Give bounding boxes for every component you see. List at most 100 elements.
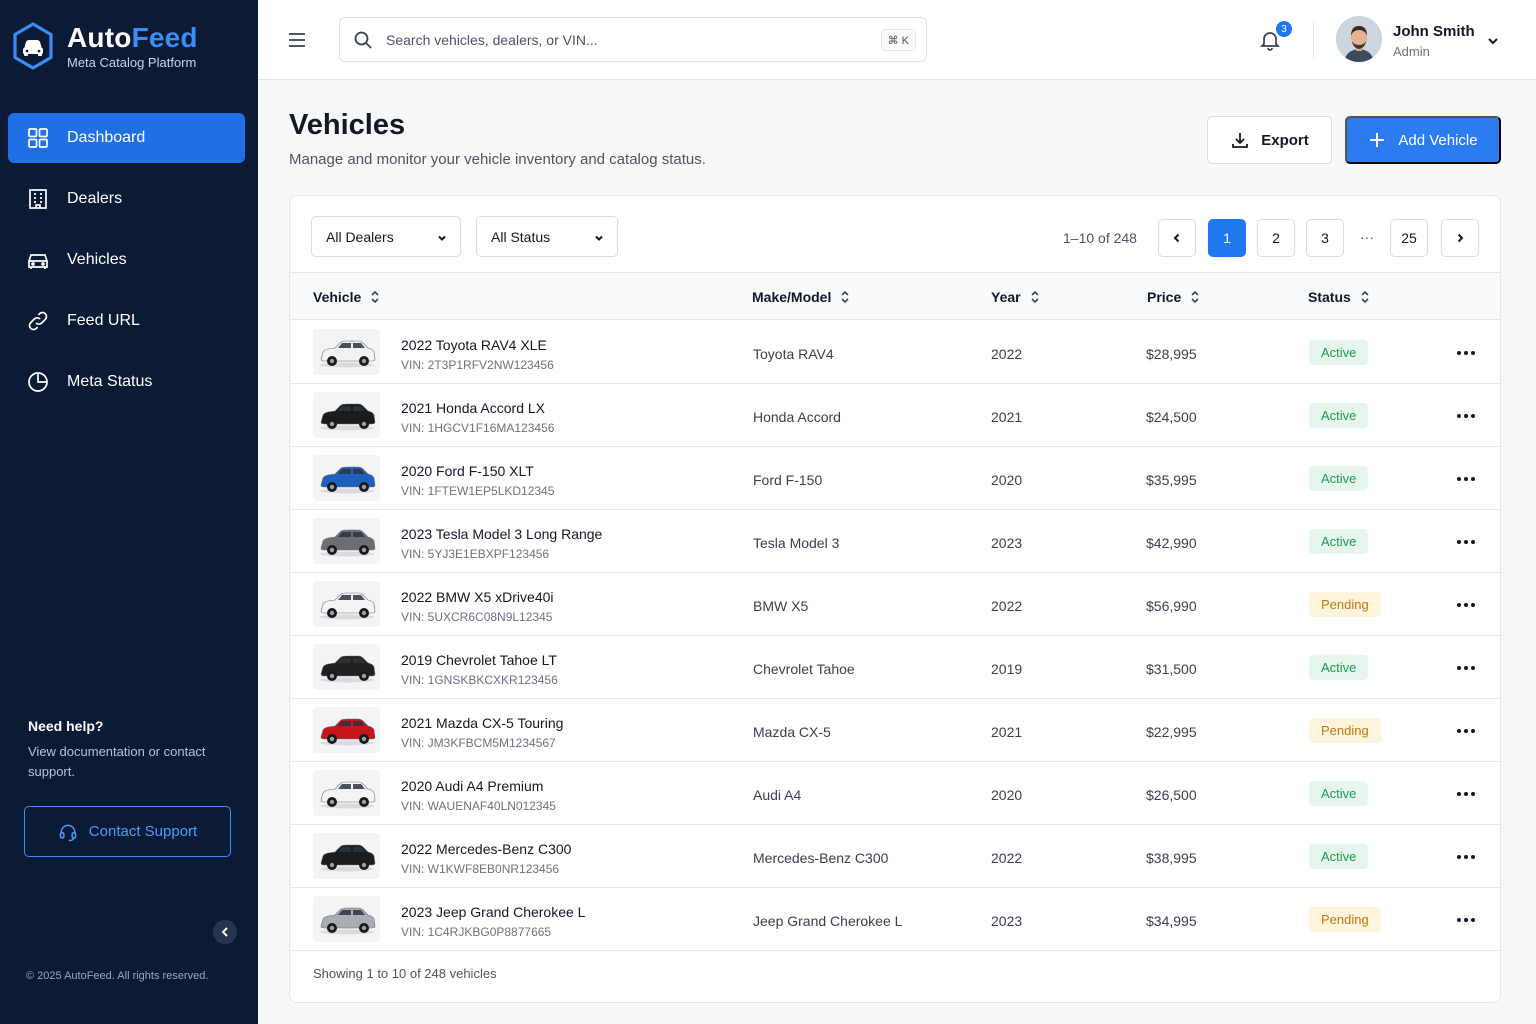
row-actions-button[interactable] [1454,341,1478,365]
sort-icon [1191,290,1199,304]
vehicle-thumbnail [313,896,380,942]
table-row[interactable]: 2022 Mercedes-Benz C300 VIN: W1KWF8EB0NR1… [290,825,1500,888]
page-button-25[interactable]: 25 [1390,219,1428,257]
vehicle-vin: VIN: 1HGCV1F16MA123456 [401,421,555,435]
collapse-sidebar-button[interactable] [213,920,237,944]
vehicle-name[interactable]: 2020 Audi A4 Premium [401,778,543,794]
vehicle-name[interactable]: 2022 BMW X5 xDrive40i [401,589,554,605]
row-actions-button[interactable] [1454,593,1478,617]
previous-page-button[interactable] [1158,219,1196,257]
vehicle-make-model: Toyota RAV4 [753,346,834,362]
column-header-make-model[interactable]: Make/Model [752,289,851,305]
table-row[interactable]: 2020 Ford F-150 XLT VIN: 1FTEW1EP5LKD1234… [290,447,1500,510]
help-section: Need help? View documentation or contact… [28,718,228,782]
vehicle-name[interactable]: 2022 Mercedes-Benz C300 [401,841,571,857]
vehicle-name[interactable]: 2022 Toyota RAV4 XLE [401,337,547,353]
column-header-status[interactable]: Status [1308,289,1371,305]
user-menu-button[interactable] [1486,34,1500,48]
car-image-icon [319,340,375,368]
table-row[interactable]: 2019 Chevrolet Tahoe LT VIN: 1GNSKBKCXKR1… [290,636,1500,699]
headset-icon [59,824,77,841]
search-bar[interactable]: ⌘ K [339,17,927,62]
vehicle-vin: VIN: JM3KFBCM5M1234567 [401,736,556,750]
vehicle-make-model: Mercedes-Benz C300 [753,850,889,866]
menu-toggle-button[interactable] [287,30,307,50]
vehicle-name[interactable]: 2021 Mazda CX-5 Touring [401,715,563,731]
vehicle-make-model: Mazda CX-5 [753,724,831,740]
column-header-label: Vehicle [313,289,362,305]
grid-icon [26,126,50,150]
building-icon [26,187,50,211]
dealer-filter-select[interactable]: All Dealers [311,216,461,257]
vehicle-name[interactable]: 2021 Honda Accord LX [401,400,545,416]
row-actions-button[interactable] [1454,530,1478,554]
table-row[interactable]: 2020 Audi A4 Premium VIN: WAUENAF40LN0123… [290,762,1500,825]
sort-icon [841,290,849,304]
more-horizontal-icon [1457,918,1475,922]
chevron-right-icon [1457,233,1464,243]
row-actions-button[interactable] [1454,782,1478,806]
car-icon [26,248,50,272]
sidebar-item-dashboard[interactable]: Dashboard [8,113,245,163]
avatar[interactable] [1336,16,1382,62]
brand-subtitle: Meta Catalog Platform [67,54,197,70]
brand[interactable]: AutoFeed Meta Catalog Platform [12,22,198,70]
table-row[interactable]: 2023 Jeep Grand Cherokee L VIN: 1C4RJKBG0… [290,888,1500,951]
more-horizontal-icon [1457,414,1475,418]
sidebar-item-vehicles[interactable]: Vehicles [8,235,245,285]
vehicle-name[interactable]: 2023 Tesla Model 3 Long Range [401,526,602,542]
table-row[interactable]: 2022 Toyota RAV4 XLE VIN: 2T3P1RFV2NW1234… [290,321,1500,384]
vehicle-year: 2021 [991,724,1023,740]
vehicle-make-model: Chevrolet Tahoe [753,661,855,677]
sidebar-item-meta-status[interactable]: Meta Status [8,357,245,407]
car-image-icon [319,844,375,872]
contact-support-button[interactable]: Contact Support [24,806,231,857]
export-button[interactable]: Export [1207,116,1332,164]
page-button-1[interactable]: 1 [1208,219,1246,257]
page-button-2[interactable]: 2 [1257,219,1295,257]
vehicle-price: $22,995 [1146,724,1197,740]
row-actions-button[interactable] [1454,467,1478,491]
topbar-divider [1313,22,1314,58]
more-horizontal-icon [1457,729,1475,733]
brand-name-part1: Auto [67,21,132,53]
page-button-3[interactable]: 3 [1306,219,1344,257]
vehicles-card: All Dealers All Status 1–10 of 248 1 2 3… [289,195,1501,1003]
status-badge: Active [1309,403,1369,428]
row-actions-button[interactable] [1454,404,1478,428]
chevron-down-icon [1488,38,1498,45]
vehicle-name[interactable]: 2023 Jeep Grand Cherokee L [401,904,585,920]
vehicle-year: 2022 [991,346,1023,362]
row-actions-button[interactable] [1454,845,1478,869]
vehicle-vin: VIN: 5UXCR6C08N9L12345 [401,610,553,624]
dealer-filter-value: All Dealers [326,228,394,245]
sidebar-item-dealers[interactable]: Dealers [8,174,245,224]
vehicle-price: $35,995 [1146,472,1197,488]
vehicle-year: 2022 [991,598,1023,614]
status-filter-select[interactable]: All Status [476,216,618,257]
table-header: Vehicle Make/Model Year Price Status [290,272,1500,320]
row-actions-button[interactable] [1454,656,1478,680]
next-page-button[interactable] [1441,219,1479,257]
more-horizontal-icon [1457,792,1475,796]
table-row[interactable]: 2023 Tesla Model 3 Long Range VIN: 5YJ3E1… [290,510,1500,573]
table-row[interactable]: 2021 Mazda CX-5 Touring VIN: JM3KFBCM5M12… [290,699,1500,762]
column-header-vehicle[interactable]: Vehicle [313,289,381,305]
help-title: Need help? [28,718,104,734]
status-badge: Active [1309,655,1369,680]
column-header-price[interactable]: Price [1147,289,1201,305]
contact-support-label: Contact Support [88,823,198,840]
search-input[interactable] [386,31,866,48]
add-vehicle-button[interactable]: Add Vehicle [1345,116,1501,164]
vehicle-year: 2022 [991,850,1023,866]
chevron-down-icon [438,235,446,241]
table-row[interactable]: 2021 Honda Accord LX VIN: 1HGCV1F16MA1234… [290,384,1500,447]
vehicle-make-model: Honda Accord [753,409,841,425]
sidebar-item-feed-url[interactable]: Feed URL [8,296,245,346]
row-actions-button[interactable] [1454,908,1478,932]
table-row[interactable]: 2022 BMW X5 xDrive40i VIN: 5UXCR6C08N9L12… [290,573,1500,636]
column-header-year[interactable]: Year [991,289,1041,305]
vehicle-name[interactable]: 2020 Ford F-150 XLT [401,463,534,479]
vehicle-name[interactable]: 2019 Chevrolet Tahoe LT [401,652,557,668]
row-actions-button[interactable] [1454,719,1478,743]
